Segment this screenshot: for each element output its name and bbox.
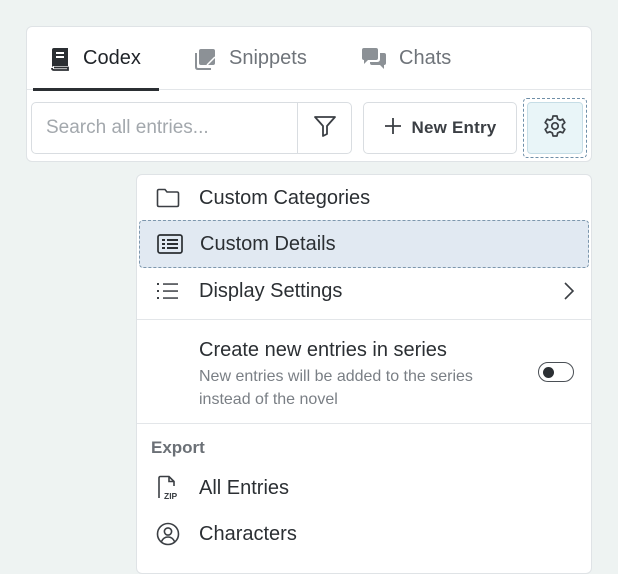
- menu-item-export-characters[interactable]: Characters: [137, 512, 591, 556]
- details-list-icon: [140, 234, 200, 254]
- toggle-knob: [543, 366, 554, 378]
- chat-icon: [361, 47, 387, 70]
- menu-item-custom-details[interactable]: Custom Details: [139, 220, 589, 268]
- new-entry-label: New Entry: [411, 118, 497, 137]
- menu-item-label: Custom Categories: [199, 186, 371, 209]
- menu-item-label: Custom Details: [200, 232, 336, 255]
- series-option-description: New entries will be added to the series …: [199, 368, 473, 408]
- menu-item-label: Characters: [199, 522, 297, 545]
- search-input[interactable]: [32, 103, 298, 153]
- menu-item-custom-categories[interactable]: Custom Categories: [137, 176, 591, 220]
- menu-item-label: All Entries: [199, 476, 290, 499]
- tab-codex[interactable]: Codex: [33, 27, 159, 91]
- user-circle-icon: [137, 522, 199, 546]
- new-entry-button[interactable]: New Entry: [363, 102, 517, 154]
- series-toggle[interactable]: [538, 362, 574, 382]
- tab-codex-label: Codex: [83, 47, 141, 69]
- export-section-label: Export: [151, 438, 205, 457]
- tab-snippets-label: Snippets: [229, 47, 307, 69]
- plus-icon: [384, 117, 402, 140]
- menu-item-label: Display Settings: [199, 279, 343, 302]
- filter-icon: [313, 115, 337, 142]
- codex-panel: Codex Snippets Chats Search all entries.…: [26, 26, 592, 162]
- filter-button[interactable]: [297, 103, 351, 153]
- tab-chats[interactable]: Chats: [361, 27, 451, 90]
- settings-menu: Custom Categories Custom Details Display…: [136, 174, 592, 574]
- tab-bar: Codex Snippets Chats: [27, 27, 591, 91]
- search-box: [31, 102, 352, 154]
- menu-divider: [137, 423, 591, 424]
- settings-button[interactable]: [523, 98, 587, 158]
- settings-button-inner: [527, 102, 583, 154]
- menu-item-export-all-entries[interactable]: ZIP All Entries: [137, 466, 591, 510]
- chevron-right-icon: [563, 281, 575, 307]
- menu-divider: [137, 319, 591, 320]
- series-option-title: Create new entries in series: [199, 339, 447, 361]
- active-tab-indicator: [33, 88, 159, 91]
- folder-icon: [137, 188, 199, 208]
- tab-chats-label: Chats: [399, 47, 452, 69]
- menu-item-display-settings[interactable]: Display Settings: [137, 269, 591, 313]
- book-icon: [49, 47, 71, 71]
- zip-file-icon: ZIP: [137, 475, 199, 501]
- svg-text:ZIP: ZIP: [164, 491, 178, 501]
- list-icon: [137, 281, 199, 301]
- gear-icon: [543, 114, 567, 143]
- tab-snippets[interactable]: Snippets: [193, 27, 307, 90]
- snippets-icon: [193, 47, 217, 71]
